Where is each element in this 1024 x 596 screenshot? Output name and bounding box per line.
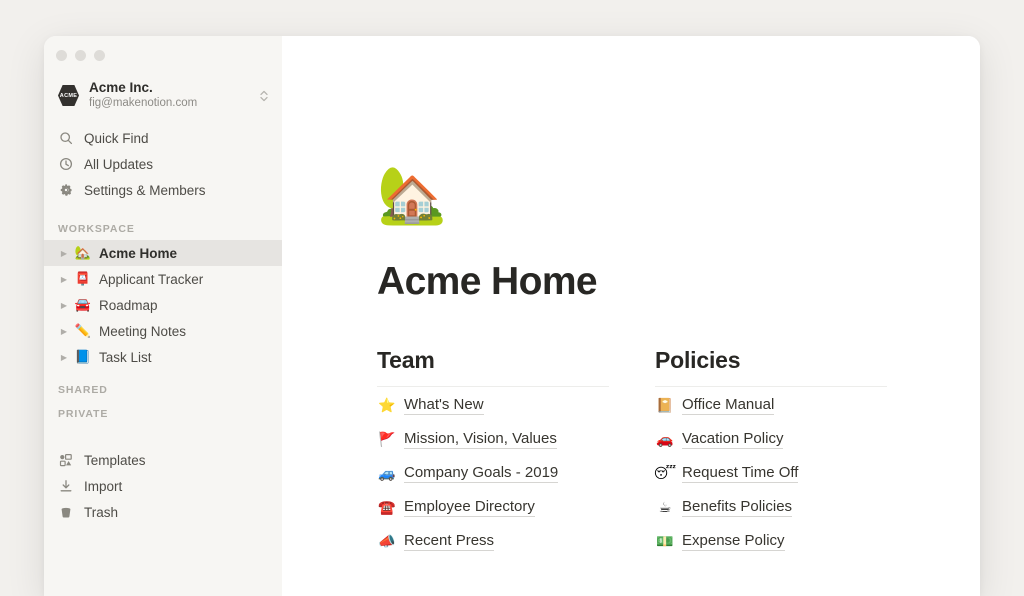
sidebar-primary-nav: Quick Find All Updates Settings & Member… <box>44 125 282 203</box>
sidebar-bottom-nav: Templates Import Trash <box>44 447 282 525</box>
page-link-label: Employee Directory <box>404 498 535 517</box>
main-content: 🏡 Acme Home Team ⭐ What's New 🚩 Mission,… <box>282 36 980 596</box>
page-link-label: Benefits Policies <box>682 498 793 517</box>
minimize-button[interactable] <box>75 50 86 61</box>
workspace-email: fig@makenotion.com <box>89 97 198 109</box>
page-link-recent-press[interactable]: 📣 Recent Press <box>377 526 609 557</box>
column-policies: Policies 📔 Office Manual 🚗 Vacation Poli… <box>653 347 887 557</box>
page-link-label: Vacation Policy <box>682 430 784 449</box>
page-link-label: Recent Press <box>404 532 495 551</box>
sidebar-item-settings-members[interactable]: Settings & Members <box>52 177 274 203</box>
page-link-vacation-policy[interactable]: 🚗 Vacation Policy <box>655 424 887 455</box>
sidebar-page-label: Meeting Notes <box>99 323 187 339</box>
page-link-mission-vision-values[interactable]: 🚩 Mission, Vision, Values <box>377 424 609 455</box>
workspace-name: Acme Inc. <box>89 80 153 95</box>
sidebar-page-label: Roadmap <box>99 297 158 313</box>
sidebar-page-label: Task List <box>99 349 152 365</box>
page-link-label: Company Goals - 2019 <box>404 464 559 483</box>
heading-divider <box>377 386 609 387</box>
page-link-label: Expense Policy <box>682 532 785 551</box>
notebook-icon: 📔 <box>656 397 674 414</box>
heading-divider <box>655 386 887 387</box>
page-emoji-icon: 🚘 <box>74 297 92 313</box>
disclosure-triangle-icon[interactable]: ▶ <box>58 353 70 362</box>
page-link-employee-directory[interactable]: ☎️ Employee Directory <box>377 492 609 523</box>
page-link-whats-new[interactable]: ⭐ What's New <box>377 390 609 421</box>
section-label-private[interactable]: PRIVATE <box>44 408 282 420</box>
page-link-company-goals-2019[interactable]: 🚙 Company Goals - 2019 <box>377 458 609 489</box>
sidebar-item-label: Import <box>84 478 123 494</box>
link-columns: Team ⭐ What's New 🚩 Mission, Vision, Val… <box>377 349 980 557</box>
money-icon: 💵 <box>656 533 674 550</box>
megaphone-icon: 📣 <box>378 533 396 550</box>
chevron-up-down-icon[interactable] <box>256 89 272 103</box>
window-traffic-lights <box>56 50 105 61</box>
sidebar: ACME Acme Inc. fig@makenotion.com Quick … <box>44 36 282 596</box>
sidebar-item-quick-find[interactable]: Quick Find <box>52 125 274 151</box>
sidebar-page-label: Acme Home <box>99 245 178 261</box>
page-link-request-time-off[interactable]: 😴 Request Time Off <box>653 458 887 489</box>
telephone-icon: ☎️ <box>378 499 396 516</box>
sidebar-item-label: Trash <box>84 504 119 520</box>
red-car-icon: 🚗 <box>656 431 674 448</box>
disclosure-triangle-icon[interactable]: ▶ <box>58 249 70 258</box>
sidebar-item-label: All Updates <box>84 156 154 172</box>
sidebar-item-templates[interactable]: Templates <box>52 447 274 473</box>
page-link-expense-policy[interactable]: 💵 Expense Policy <box>655 526 887 557</box>
column-team: Team ⭐ What's New 🚩 Mission, Vision, Val… <box>377 349 609 557</box>
disclosure-triangle-icon[interactable]: ▶ <box>58 275 70 284</box>
sidebar-page-label: Applicant Tracker <box>99 271 204 287</box>
sidebar-page-meeting-notes[interactable]: ▶ ✏️ Meeting Notes <box>44 318 282 344</box>
sleeping-face-icon: 😴 <box>653 465 677 482</box>
document-body: 🏡 Acme Home Team ⭐ What's New 🚩 Mission,… <box>282 36 980 557</box>
page-emoji-icon: 🏡 <box>74 245 92 261</box>
workspace-page-list: ▶ 🏡 Acme Home ▶ 📮 Applicant Tracker ▶ 🚘 … <box>44 240 282 370</box>
page-title[interactable]: Acme Home <box>377 262 980 301</box>
disclosure-triangle-icon[interactable]: ▶ <box>58 301 70 310</box>
coffee-icon: ☕ <box>658 499 672 516</box>
sidebar-item-trash[interactable]: Trash <box>52 499 274 525</box>
triangular-flag-icon: 🚩 <box>378 431 396 448</box>
trash-icon <box>58 505 74 519</box>
page-link-label: What's New <box>404 396 484 415</box>
close-button[interactable] <box>56 50 67 61</box>
page-link-label: Office Manual <box>682 396 775 415</box>
sidebar-item-import[interactable]: Import <box>52 473 274 499</box>
page-link-label: Request Time Off <box>682 464 799 483</box>
page-link-benefits-policies[interactable]: ☕ Benefits Policies <box>655 492 887 523</box>
maximize-button[interactable] <box>94 50 105 61</box>
column-heading: Policies <box>655 347 741 373</box>
app-window: ACME Acme Inc. fig@makenotion.com Quick … <box>44 36 980 596</box>
page-link-label: Mission, Vision, Values <box>404 430 557 449</box>
page-emoji-icon[interactable]: 🏡 <box>377 168 980 224</box>
page-emoji-icon: 📘 <box>74 349 92 365</box>
clock-icon <box>58 157 74 171</box>
import-download-icon <box>58 479 74 493</box>
sidebar-page-roadmap[interactable]: ▶ 🚘 Roadmap <box>44 292 282 318</box>
star-icon: ⭐ <box>378 397 396 414</box>
search-icon <box>58 131 74 145</box>
sidebar-item-label: Settings & Members <box>84 182 206 198</box>
column-heading: Team <box>377 347 435 373</box>
sidebar-item-all-updates[interactable]: All Updates <box>52 151 274 177</box>
disclosure-triangle-icon[interactable]: ▶ <box>58 327 70 336</box>
sidebar-page-applicant-tracker[interactable]: ▶ 📮 Applicant Tracker <box>44 266 282 292</box>
workspace-logo-icon: ACME <box>58 85 79 106</box>
workspace-identity: Acme Inc. fig@makenotion.com <box>89 80 256 111</box>
section-label-shared[interactable]: SHARED <box>44 384 282 396</box>
page-emoji-icon: 📮 <box>74 271 92 287</box>
sidebar-page-acme-home[interactable]: ▶ 🏡 Acme Home <box>44 240 282 266</box>
sidebar-item-label: Quick Find <box>84 130 149 146</box>
templates-icon <box>58 453 74 467</box>
page-link-office-manual[interactable]: 📔 Office Manual <box>655 390 887 421</box>
sidebar-item-label: Templates <box>84 452 146 468</box>
workspace-switcher[interactable]: ACME Acme Inc. fig@makenotion.com <box>58 77 272 114</box>
sidebar-page-task-list[interactable]: ▶ 📘 Task List <box>44 344 282 370</box>
gear-icon <box>58 183 74 197</box>
car-icon: 🚙 <box>378 465 396 482</box>
section-label-workspace: WORKSPACE <box>58 223 135 235</box>
page-emoji-icon: ✏️ <box>74 323 92 339</box>
